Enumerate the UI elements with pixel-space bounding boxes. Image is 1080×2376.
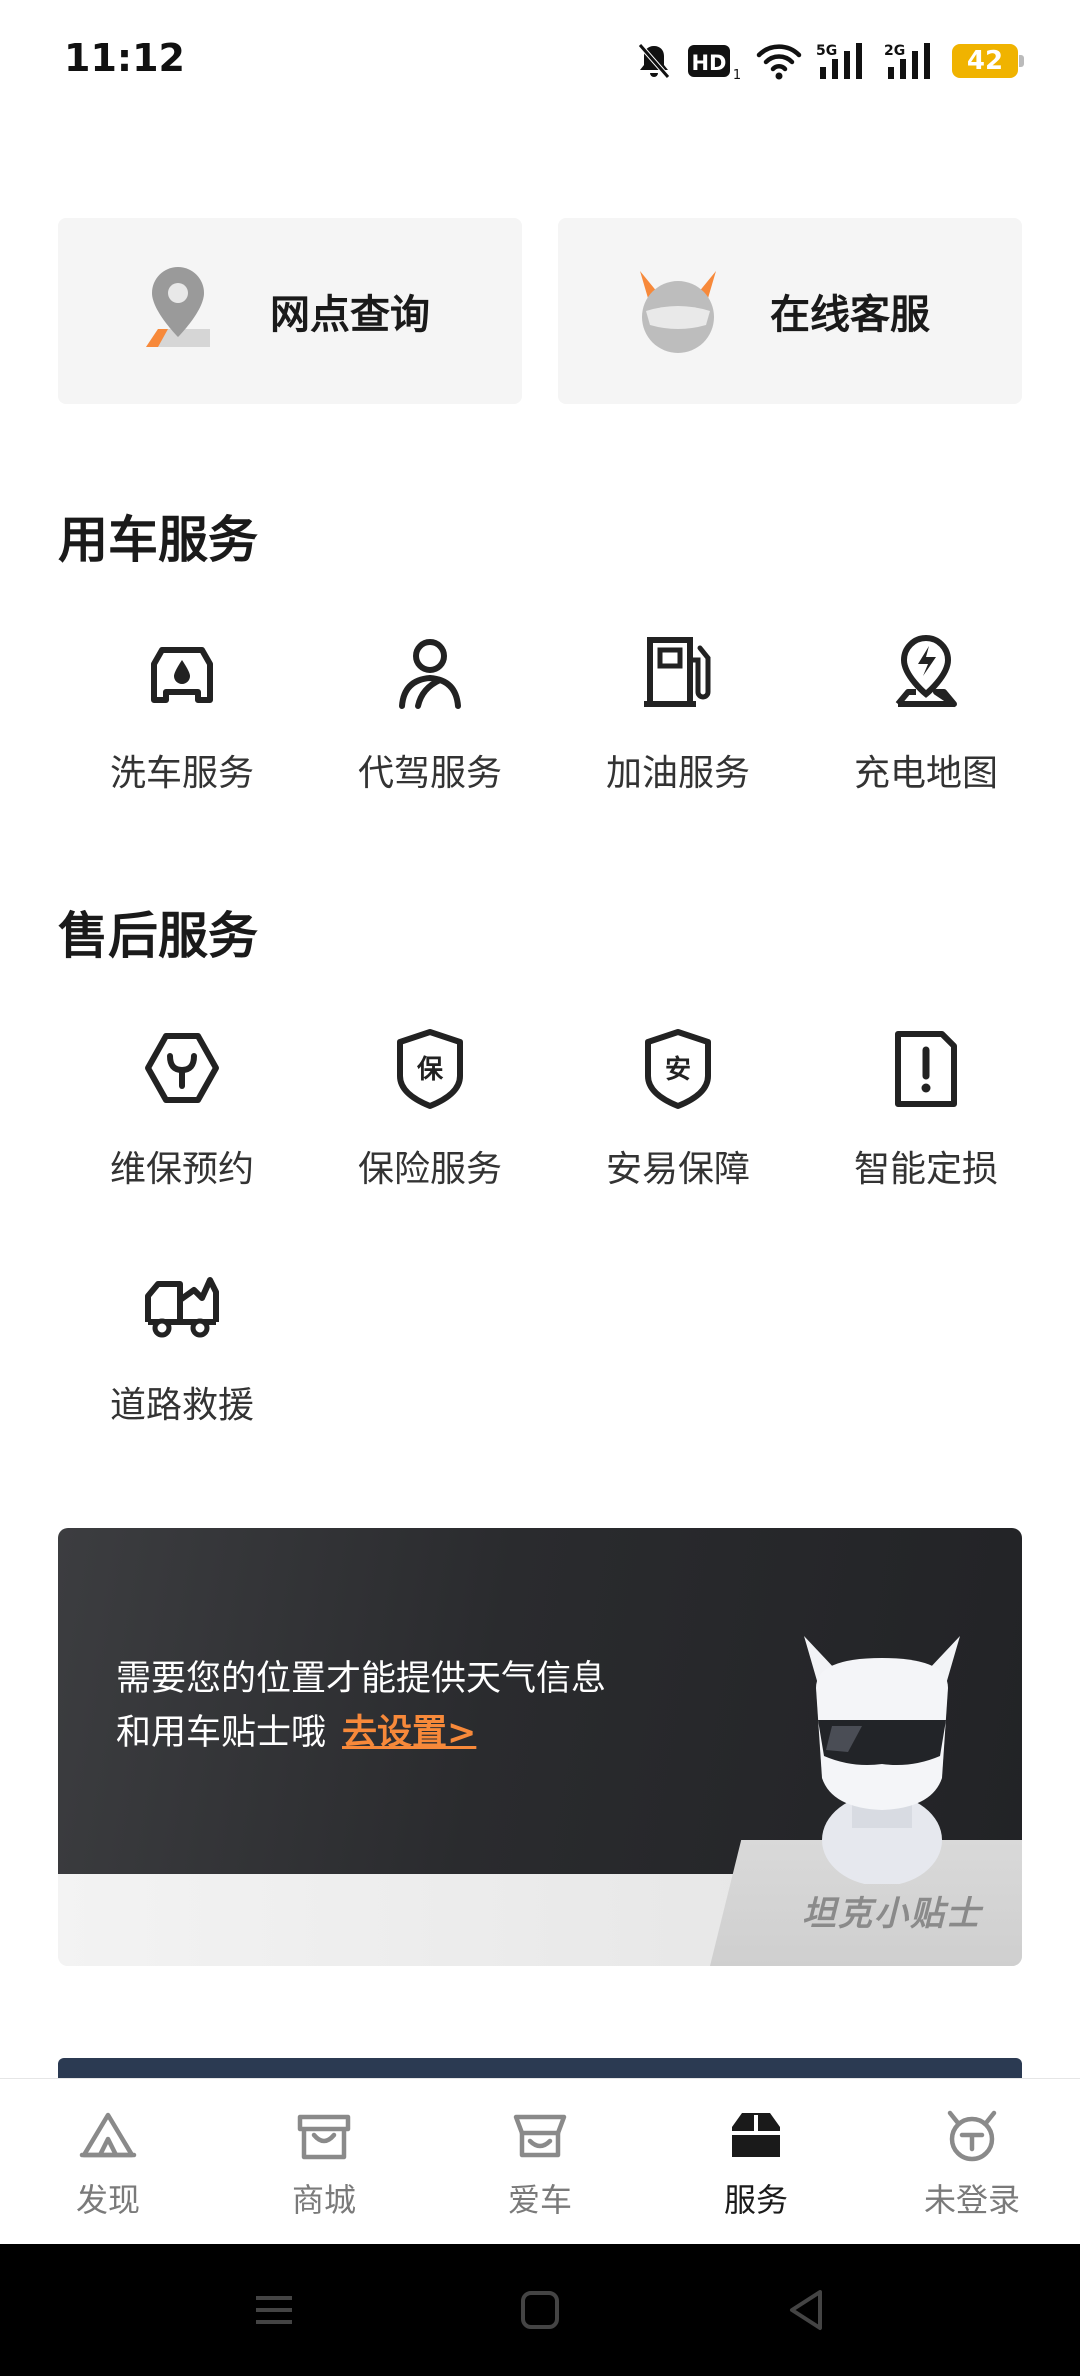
outlet-search-card[interactable]: 网点查询	[58, 218, 522, 404]
tab-my-car[interactable]: 爱车	[432, 2079, 648, 2245]
road-rescue-label: 道路救援	[109, 1385, 254, 1426]
insurance-shield-icon: 保	[397, 1029, 463, 1109]
profile-icon	[947, 2110, 997, 2162]
insurance-label: 保险服务	[357, 1149, 502, 1190]
maintenance-wrench-icon	[145, 1033, 219, 1103]
insurance-service[interactable]: 保 保险服务	[306, 1026, 554, 1262]
robot-mascot-icon	[804, 1636, 960, 1884]
car-services-grid: 洗车服务 代驾服务 加油服务 充电地图	[58, 630, 1050, 866]
bottom-nav: 发现 商城 爱车 服务 未登录	[0, 2078, 1080, 2244]
next-content-card	[58, 2058, 1022, 2078]
hd-icon: HD 1	[688, 45, 741, 81]
hd-text: HD	[691, 51, 726, 75]
fuel-label: 加油服务	[605, 753, 750, 794]
chauffeur-service[interactable]: 代驾服务	[306, 630, 554, 866]
go-settings-link[interactable]: 去设置>	[342, 1713, 476, 1753]
tab-mall-label: 商城	[291, 2181, 356, 2219]
tab-profile[interactable]: 未登录	[864, 2079, 1080, 2245]
banner-message: 需要您的位置才能提供天气信息 和用车贴士哦 去设置>	[116, 1652, 606, 1760]
maintenance-booking-label: 维保预约	[109, 1149, 254, 1190]
location-pin-icon	[146, 267, 210, 347]
discover-icon	[79, 2112, 137, 2158]
hd-sub-text: 1	[733, 68, 741, 81]
tab-my-car-label: 爱车	[507, 2181, 572, 2219]
tab-service-label: 服务	[723, 2181, 788, 2219]
tank-tips-tag: 坦克小贴士	[802, 1894, 982, 1934]
banner-line-1: 需要您的位置才能提供天气信息	[116, 1659, 607, 1699]
banner-line-2: 和用车贴士哦	[116, 1713, 327, 1753]
road-rescue-service[interactable]: 道路救援	[58, 1262, 306, 1498]
charging-map-service[interactable]: 充电地图	[802, 630, 1050, 866]
banner-line-2-wrap: 和用车贴士哦 去设置>	[116, 1706, 606, 1760]
smart-damage-service[interactable]: 智能定损	[802, 1026, 1050, 1262]
wifi-icon	[756, 44, 802, 80]
signal-2g-text: 2G	[884, 43, 905, 59]
tab-discover[interactable]: 发现	[0, 2079, 216, 2245]
signal-2g-icon: 2G	[884, 43, 930, 79]
my-car-icon	[513, 2114, 567, 2158]
damage-assessment-icon	[895, 1031, 957, 1107]
fuel-pump-icon	[644, 637, 711, 707]
home-icon[interactable]	[514, 2284, 566, 2336]
anyi-guarantee-label: 安易保障	[605, 1149, 750, 1190]
battery-icon: 42	[952, 44, 1024, 78]
insurance-glyph: 保	[416, 1055, 444, 1085]
mute-bell-icon	[638, 43, 670, 79]
online-support-label: 在线客服	[770, 292, 930, 338]
after-sales-grid: 维保预约 保 保险服务 安 安易保障 智能定损 道路救援	[58, 1026, 1050, 1498]
signal-5g-icon: 5G	[816, 43, 862, 79]
car-services-title: 用车服务	[58, 511, 258, 569]
charging-map-label: 充电地图	[853, 753, 998, 794]
mascot-head-icon	[640, 271, 716, 353]
system-nav-bar	[0, 2244, 1080, 2376]
tab-discover-label: 发现	[75, 2181, 140, 2219]
status-time: 11:12	[64, 36, 185, 80]
anyi-glyph: 安	[665, 1055, 691, 1085]
anyi-shield-icon: 安	[645, 1029, 711, 1109]
car-wash-label: 洗车服务	[109, 753, 254, 794]
car-wash-service[interactable]: 洗车服务	[58, 630, 306, 866]
back-icon[interactable]	[780, 2284, 832, 2336]
charging-map-icon	[895, 634, 957, 707]
after-sales-title: 售后服务	[58, 907, 258, 965]
fuel-service[interactable]: 加油服务	[554, 630, 802, 866]
chauffeur-label: 代驾服务	[357, 753, 502, 794]
status-icons: HD 1 5G 2G 42	[634, 38, 1024, 84]
tow-truck-icon	[145, 1277, 219, 1338]
tab-mall[interactable]: 商城	[216, 2079, 432, 2245]
car-wash-icon	[151, 647, 213, 703]
anyi-guarantee-service[interactable]: 安 安易保障	[554, 1026, 802, 1262]
menu-icon[interactable]	[248, 2284, 300, 2336]
signal-5g-text: 5G	[816, 43, 837, 59]
tips-banner[interactable]: 需要您的位置才能提供天气信息 和用车贴士哦 去设置> 坦克小贴士	[58, 1528, 1022, 1966]
chauffeur-icon	[399, 639, 461, 709]
mall-icon	[297, 2114, 351, 2160]
quick-actions: 网点查询 在线客服	[58, 218, 1022, 404]
status-bar: 11:12 HD 1 5G 2G 42	[0, 0, 1080, 120]
outlet-search-label: 网点查询	[270, 292, 430, 338]
tab-service[interactable]: 服务	[648, 2079, 864, 2245]
service-icon	[732, 2113, 780, 2157]
online-support-card[interactable]: 在线客服	[558, 218, 1022, 404]
maintenance-booking-service[interactable]: 维保预约	[58, 1026, 306, 1262]
tab-profile-label: 未登录	[923, 2181, 1020, 2219]
smart-damage-label: 智能定损	[853, 1149, 998, 1190]
